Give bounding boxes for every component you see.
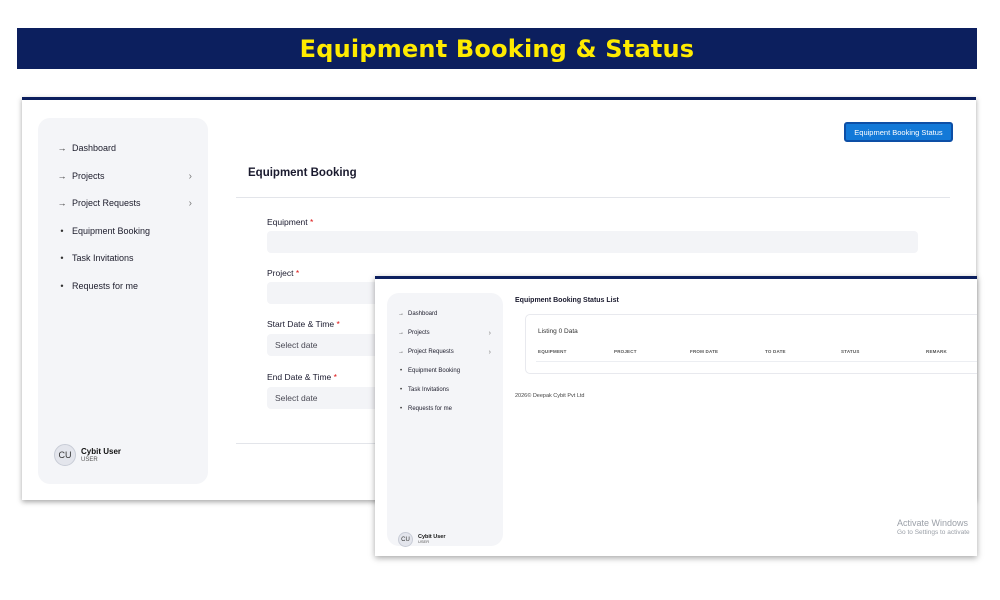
sidebar-item-label: Task Invitations xyxy=(72,253,134,263)
divider xyxy=(236,443,378,444)
footer-copyright: 2026© Deepak Cybit Pvt Ltd xyxy=(515,393,585,399)
sidebar-item-label: Project Requests xyxy=(408,349,454,355)
sidebar-item-project-requests[interactable]: → Project Requests › xyxy=(387,347,503,357)
column-header-status[interactable]: STATUS xyxy=(841,349,860,354)
sidebar-item-projects[interactable]: → Projects › xyxy=(387,328,503,338)
chevron-right-icon: › xyxy=(488,329,491,337)
listing-count: Listing 0 Data xyxy=(538,328,578,335)
page-title: Equipment Booking xyxy=(248,167,357,179)
sidebar-item-requests-for-me[interactable]: • Requests for me xyxy=(387,404,503,414)
user-profile[interactable]: CU Cybit User USER xyxy=(54,444,121,466)
sidebar-item-label: Projects xyxy=(72,171,105,181)
sidebar-item-project-requests[interactable]: → Project Requests › xyxy=(38,196,208,210)
watermark-subtitle: Go to Settings to activate xyxy=(897,528,970,536)
bullet-icon: • xyxy=(399,368,403,374)
sidebar-item-label: Requests for me xyxy=(408,406,453,412)
bullet-icon: • xyxy=(60,226,64,236)
table-divider xyxy=(536,361,977,362)
sidebar-item-label: Task Invitations xyxy=(408,387,450,393)
chevron-right-icon: › xyxy=(488,348,491,356)
chevron-right-icon: › xyxy=(188,197,192,209)
arrow-right-icon: → xyxy=(398,349,404,355)
sidebar-item-dashboard[interactable]: → Dashboard xyxy=(387,309,503,319)
watermark-title: Activate Windows xyxy=(897,518,969,528)
arrow-right-icon: → xyxy=(57,198,67,208)
bullet-icon: • xyxy=(399,406,403,412)
sidebar-item-label: Equipment Booking xyxy=(408,368,461,374)
sidebar-item-label: Requests for me xyxy=(72,281,139,291)
banner-title: Equipment Booking & Status xyxy=(299,34,695,63)
divider xyxy=(236,197,950,198)
arrow-right-icon: → xyxy=(398,311,404,317)
sidebar-item-dashboard[interactable]: → Dashboard xyxy=(38,141,208,155)
title-banner: Equipment Booking & Status xyxy=(17,28,977,69)
sidebar-item-task-invitations[interactable]: • Task Invitations xyxy=(387,385,503,395)
start-date-label: Start Date & Time * xyxy=(267,319,340,329)
project-label: Project * xyxy=(267,268,300,278)
sidebar-item-label: Dashboard xyxy=(408,311,438,317)
status-table-card: Listing 0 Data EQUIPMENT PROJECT FROM DA… xyxy=(525,314,977,374)
equipment-booking-status-button[interactable]: Equipment Booking Status xyxy=(844,122,953,142)
sidebar-item-label: Project Requests xyxy=(72,198,141,208)
user-name: Cybit User xyxy=(81,446,122,456)
arrow-right-icon: → xyxy=(57,171,67,181)
status-list-window: → Dashboard → Projects › → Project Reque… xyxy=(375,276,977,556)
sidebar-item-requests-for-me[interactable]: • Requests for me xyxy=(38,279,208,293)
sidebar-item-equipment-booking[interactable]: • Equipment Booking xyxy=(387,366,503,376)
user-role: USER xyxy=(418,539,430,545)
sidebar: → Dashboard → Projects › → Project Reque… xyxy=(387,293,503,547)
sidebar-item-label: Projects xyxy=(408,330,430,336)
activation-watermark: Activate Windows Go to Settings to activ… xyxy=(897,518,970,537)
equipment-select[interactable] xyxy=(267,231,918,253)
sidebar-item-projects[interactable]: → Projects › xyxy=(38,169,208,183)
sidebar-item-task-invitations[interactable]: • Task Invitations xyxy=(38,251,208,265)
arrow-right-icon: → xyxy=(57,143,67,153)
list-title: Equipment Booking Status List xyxy=(515,297,619,304)
bullet-icon: • xyxy=(399,387,403,393)
column-header-from-date[interactable]: FROM DATE xyxy=(690,349,718,354)
avatar: CU xyxy=(54,444,76,466)
sidebar-item-equipment-booking[interactable]: • Equipment Booking xyxy=(38,224,208,238)
sidebar-item-label: Equipment Booking xyxy=(72,226,151,236)
sidebar-item-label: Dashboard xyxy=(72,143,117,153)
arrow-right-icon: → xyxy=(398,330,404,336)
end-date-label: End Date & Time * xyxy=(267,372,337,382)
avatar: CU xyxy=(398,532,413,547)
column-header-equipment[interactable]: EQUIPMENT xyxy=(538,349,567,354)
bullet-icon: • xyxy=(60,281,64,291)
bullet-icon: • xyxy=(60,253,64,263)
user-role: USER xyxy=(81,456,98,463)
sidebar: → Dashboard → Projects › → Project Reque… xyxy=(38,118,208,484)
equipment-label: Equipment * xyxy=(267,217,314,227)
column-header-remark[interactable]: REMARK xyxy=(926,349,947,354)
column-header-project[interactable]: PROJECT xyxy=(614,349,637,354)
user-profile[interactable]: CU Cybit User USER xyxy=(398,532,446,547)
column-header-to-date[interactable]: TO DATE xyxy=(765,349,786,354)
chevron-right-icon: › xyxy=(188,170,192,182)
